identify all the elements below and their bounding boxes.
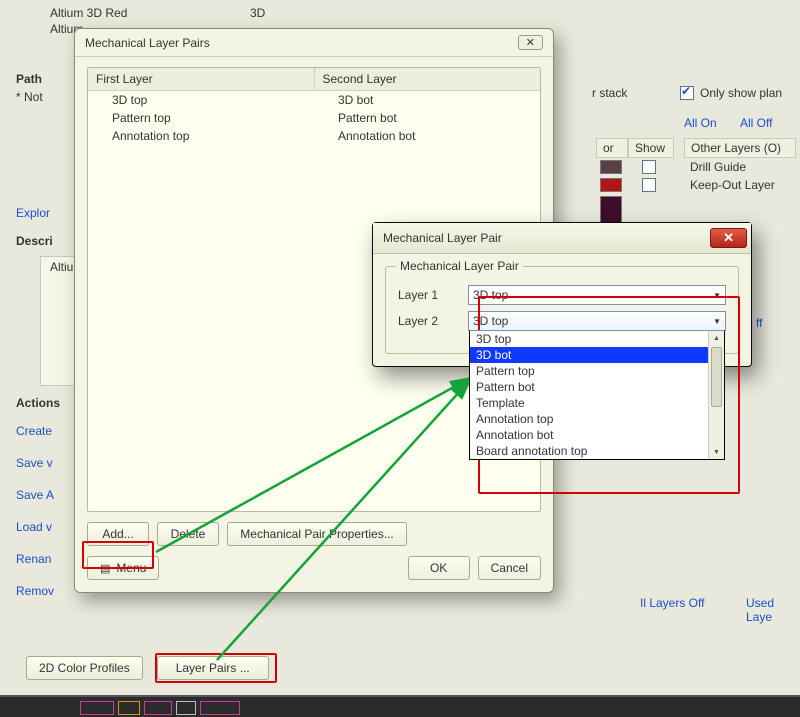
bg-preset-kind: 3D [250, 6, 265, 20]
layer2-label: Layer 2 [398, 314, 458, 328]
dlg2-close-button[interactable]: ✕ [710, 228, 747, 248]
properties-button[interactable]: Mechanical Pair Properties... [227, 522, 407, 546]
layer-pairs-button[interactable]: Layer Pairs ... [157, 656, 269, 680]
col-other[interactable]: Other Layers (O) [684, 138, 796, 158]
swatch-keepout[interactable] [600, 178, 622, 192]
opt-template[interactable]: Template [470, 395, 724, 411]
col-second-layer[interactable]: Second Layer [315, 68, 541, 90]
layer2-value: 3D top [473, 314, 508, 328]
only-show-check[interactable] [680, 86, 694, 100]
bg-altiu: Altiu [50, 260, 73, 274]
loadv-link[interactable]: Load v [16, 520, 52, 534]
pair-first: Annotation top [88, 127, 314, 145]
scroll-up-icon[interactable]: ▲ [709, 331, 724, 345]
group-title: Mechanical Layer Pair [396, 259, 523, 273]
layer2-dropdown: 3D top 3D bot Pattern top Pattern bot Te… [469, 330, 725, 460]
remove-link[interactable]: Remov [16, 584, 54, 598]
pair-first: 3D top [88, 91, 314, 109]
dlg2-title: Mechanical Layer Pair [383, 231, 502, 245]
layer1-label: Layer 1 [398, 288, 458, 302]
pair-second: Pattern bot [314, 109, 540, 127]
pair-row[interactable]: Annotation top Annotation bot [88, 127, 540, 145]
swatch-drill[interactable] [600, 160, 622, 174]
scroll-down-icon[interactable]: ▼ [709, 445, 724, 459]
opt-pattern-top[interactable]: Pattern top [470, 363, 724, 379]
bg-preset-name: Altium 3D Red [50, 6, 127, 20]
color-profiles-button[interactable]: 2D Color Profiles [26, 656, 143, 680]
mechanical-layer-pair-dialog: Mechanical Layer Pair ✕ Mechanical Layer… [372, 222, 752, 367]
col-first-layer[interactable]: First Layer [88, 68, 315, 90]
show-drill-check[interactable] [642, 160, 656, 174]
pair-second: Annotation bot [314, 127, 540, 145]
other-layer-0: Drill Guide [684, 158, 752, 176]
bg-path-note: * Not [16, 90, 43, 104]
dlg1-close-button[interactable]: ✕ [518, 35, 543, 50]
opt-pattern-bot[interactable]: Pattern bot [470, 379, 724, 395]
menu-button[interactable]: ▤ Menu [87, 556, 159, 580]
ff-link[interactable]: ff [756, 316, 762, 330]
swatch-extra[interactable] [600, 196, 622, 224]
layer1-value: 3D top [473, 288, 508, 302]
il-layers-off-link[interactable]: Il Layers Off [640, 596, 704, 610]
descri-label: Descri [16, 234, 53, 248]
bg-path-label: Path [16, 72, 42, 86]
stack-text: r stack [592, 86, 627, 100]
opt-3d-top[interactable]: 3D top [470, 331, 724, 347]
dlg1-title: Mechanical Layer Pairs [85, 36, 210, 50]
other-layer-1: Keep-Out Layer [684, 176, 781, 194]
all-off-link[interactable]: All Off [740, 116, 772, 130]
create-link[interactable]: Create [16, 424, 52, 438]
menu-label: Menu [116, 561, 146, 575]
savev-link[interactable]: Save v [16, 456, 53, 470]
delete-button[interactable]: Delete [157, 522, 219, 546]
layer1-combo[interactable]: 3D top ▼ [468, 285, 726, 305]
menu-icon: ▤ [100, 562, 110, 575]
show-keepout-check[interactable] [642, 178, 656, 192]
pair-first: Pattern top [88, 109, 314, 127]
pair-row[interactable]: Pattern top Pattern bot [88, 109, 540, 127]
savea-link[interactable]: Save A [16, 488, 54, 502]
col-or[interactable]: or [596, 138, 628, 158]
all-on-link[interactable]: All On [684, 116, 717, 130]
opt-board-annotation-top[interactable]: Board annotation top [470, 443, 724, 459]
add-button[interactable]: Add... [87, 522, 149, 546]
cancel-button[interactable]: Cancel [478, 556, 541, 580]
chevron-down-icon: ▼ [713, 317, 721, 326]
only-show-label: Only show plan [700, 86, 782, 100]
opt-annotation-top[interactable]: Annotation top [470, 411, 724, 427]
dropdown-scrollbar[interactable]: ▲ ▼ [708, 331, 724, 459]
scroll-thumb[interactable] [711, 347, 722, 407]
layer2-combo[interactable]: 3D top ▼ 3D top 3D bot Pattern top Patte… [468, 311, 726, 331]
actions-label: Actions [16, 396, 60, 410]
used-layers-link[interactable]: Used Laye [746, 596, 800, 624]
col-show[interactable]: Show [628, 138, 674, 158]
pcb-preview-strip [0, 695, 800, 717]
explore-link[interactable]: Explor [16, 206, 50, 220]
ok-button[interactable]: OK [408, 556, 470, 580]
chevron-down-icon: ▼ [713, 291, 721, 300]
pair-second: 3D bot [314, 91, 540, 109]
pair-row[interactable]: 3D top 3D bot [88, 91, 540, 109]
opt-annotation-bot[interactable]: Annotation bot [470, 427, 724, 443]
rename-link[interactable]: Renan [16, 552, 51, 566]
opt-3d-bot[interactable]: 3D bot [470, 347, 724, 363]
